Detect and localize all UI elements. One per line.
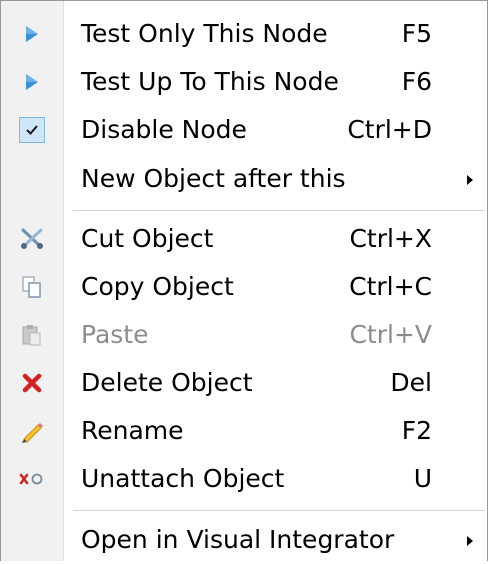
menu-item-label: Copy Object (81, 272, 234, 301)
submenu-arrow-icon (467, 175, 473, 185)
menu-item-new-object-after-this[interactable]: New Object after this (1, 155, 487, 203)
menu-item-unattach-object[interactable]: Unattach Object U (1, 455, 487, 503)
menu-item-shortcut: Ctrl+V (349, 320, 432, 349)
menu-item-label: Unattach Object (81, 464, 285, 493)
menu-item-paste: Paste Ctrl+V (1, 311, 487, 359)
menu-item-copy-object[interactable]: Copy Object Ctrl+C (1, 263, 487, 311)
menu-item-rename[interactable]: Rename F2 (1, 407, 487, 455)
menu-item-label: Open in Visual Integrator (81, 525, 395, 554)
copy-icon (1, 263, 63, 311)
menu-item-label: Delete Object (81, 368, 253, 397)
menu-item-shortcut: F2 (401, 416, 432, 445)
play-icon (1, 58, 63, 106)
menu-item-label: Cut Object (81, 224, 214, 253)
submenu-arrow-icon (467, 536, 473, 546)
checkmark-icon (19, 117, 45, 143)
menu-item-shortcut: F6 (401, 67, 432, 96)
menu-item-open-in-visual-integrator[interactable]: Open in Visual Integrator (1, 516, 487, 564)
menu-item-shortcut: U (413, 464, 432, 493)
menu-item-label: Disable Node (81, 115, 247, 144)
play-icon (1, 10, 63, 58)
menu-item-shortcut: Ctrl+C (349, 272, 432, 301)
scissors-icon (1, 215, 63, 263)
menu-item-label: Paste (81, 320, 149, 349)
menu-item-shortcut: Ctrl+D (347, 115, 432, 144)
menu-item-label: Test Only This Node (81, 19, 328, 48)
menu-item-shortcut: Del (390, 368, 432, 397)
menu-item-label: Rename (81, 416, 184, 445)
menu-item-test-only-this-node[interactable]: Test Only This Node F5 (1, 10, 487, 58)
menu-item-shortcut: F5 (401, 19, 432, 48)
delete-x-icon (1, 359, 63, 407)
menu-separator (73, 210, 485, 211)
menu-separator (73, 510, 485, 511)
menu-item-label: New Object after this (81, 164, 346, 193)
menu-item-delete-object[interactable]: Delete Object Del (1, 359, 487, 407)
menu-item-cut-object[interactable]: Cut Object Ctrl+X (1, 215, 487, 263)
menu-item-label: Test Up To This Node (81, 67, 339, 96)
menu-item-shortcut: Ctrl+X (349, 224, 432, 253)
menu-item-disable-node[interactable]: Disable Node Ctrl+D (1, 106, 487, 154)
paste-icon (1, 311, 63, 359)
pencil-icon (1, 407, 63, 455)
unattach-icon (1, 455, 63, 503)
menu-item-test-up-to-this-node[interactable]: Test Up To This Node F6 (1, 58, 487, 106)
context-menu: Test Only This Node F5 Test Up To This N… (0, 0, 488, 561)
